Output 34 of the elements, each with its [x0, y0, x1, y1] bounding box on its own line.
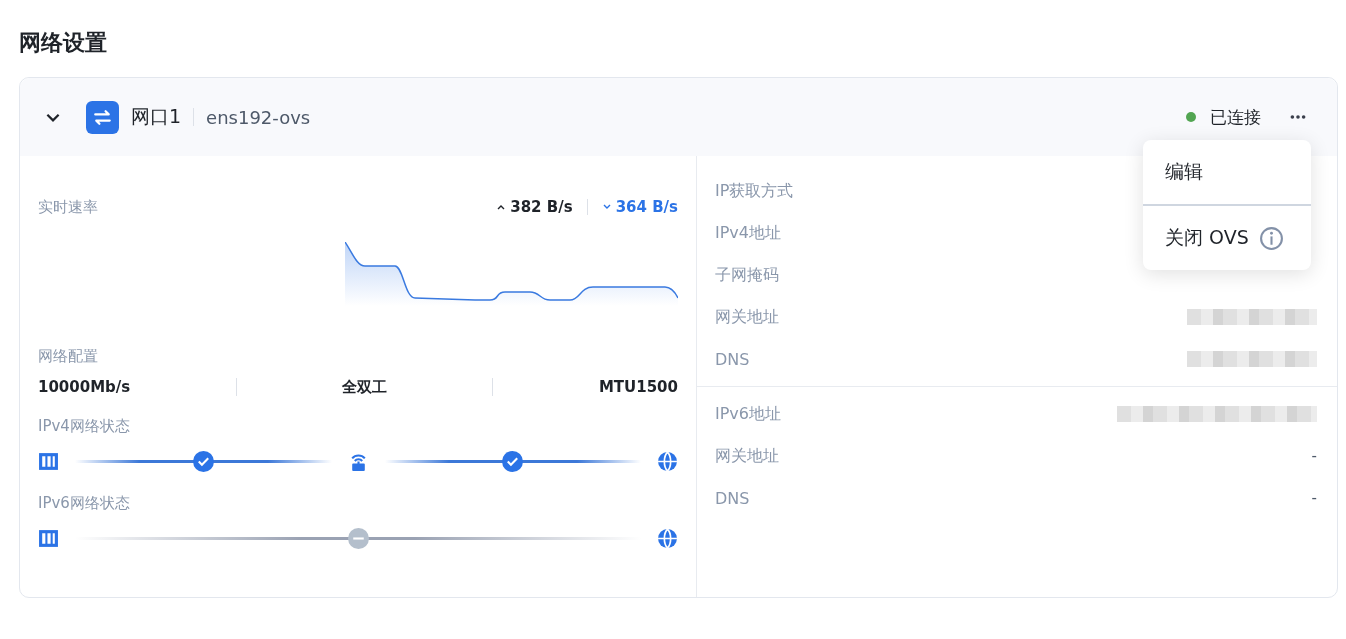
field-label: DNS — [715, 488, 750, 508]
field-value: - — [1311, 489, 1317, 507]
config-value: 全双工 — [342, 377, 388, 397]
download-speed: 364 B/s — [615, 198, 678, 216]
globe-icon — [657, 450, 678, 472]
field-label: IP获取方式 — [715, 180, 794, 202]
status-label: 已连接 — [1210, 105, 1261, 129]
info-icon — [1258, 225, 1284, 251]
upload-speed: 382 B/s — [510, 198, 573, 216]
field-label: IPv6地址 — [715, 403, 781, 425]
field-label: DNS — [715, 349, 750, 369]
field-label: IPv4地址 — [715, 222, 781, 244]
check-icon — [502, 450, 524, 472]
menu-item[interactable]: 关闭 OVS — [1165, 225, 1249, 251]
port-name: 网口1 — [131, 104, 182, 129]
globe-icon — [657, 527, 678, 549]
check-icon — [192, 450, 214, 472]
field-value: - — [1311, 447, 1317, 465]
config-value: 10000Mb/s — [38, 378, 131, 396]
menu-item[interactable]: 编辑 — [1165, 159, 1203, 185]
section-label: IPv4网络状态 — [38, 416, 131, 437]
section-label: 实时速率 — [38, 197, 98, 217]
server-icon — [38, 527, 59, 549]
page-title: 网络设置 — [19, 29, 108, 57]
minus-icon — [347, 527, 369, 549]
device-name: ens192-ovs — [206, 106, 311, 128]
field-label: 子网掩码 — [715, 264, 779, 286]
field-label: 网关地址 — [715, 306, 779, 328]
field-label: 网关地址 — [715, 445, 779, 467]
section-label: 网络配置 — [38, 346, 99, 366]
config-value: MTU1500 — [598, 378, 678, 396]
swap-arrows-icon — [86, 100, 119, 134]
section-label: IPv6网络状态 — [38, 493, 131, 514]
server-icon — [38, 450, 59, 472]
